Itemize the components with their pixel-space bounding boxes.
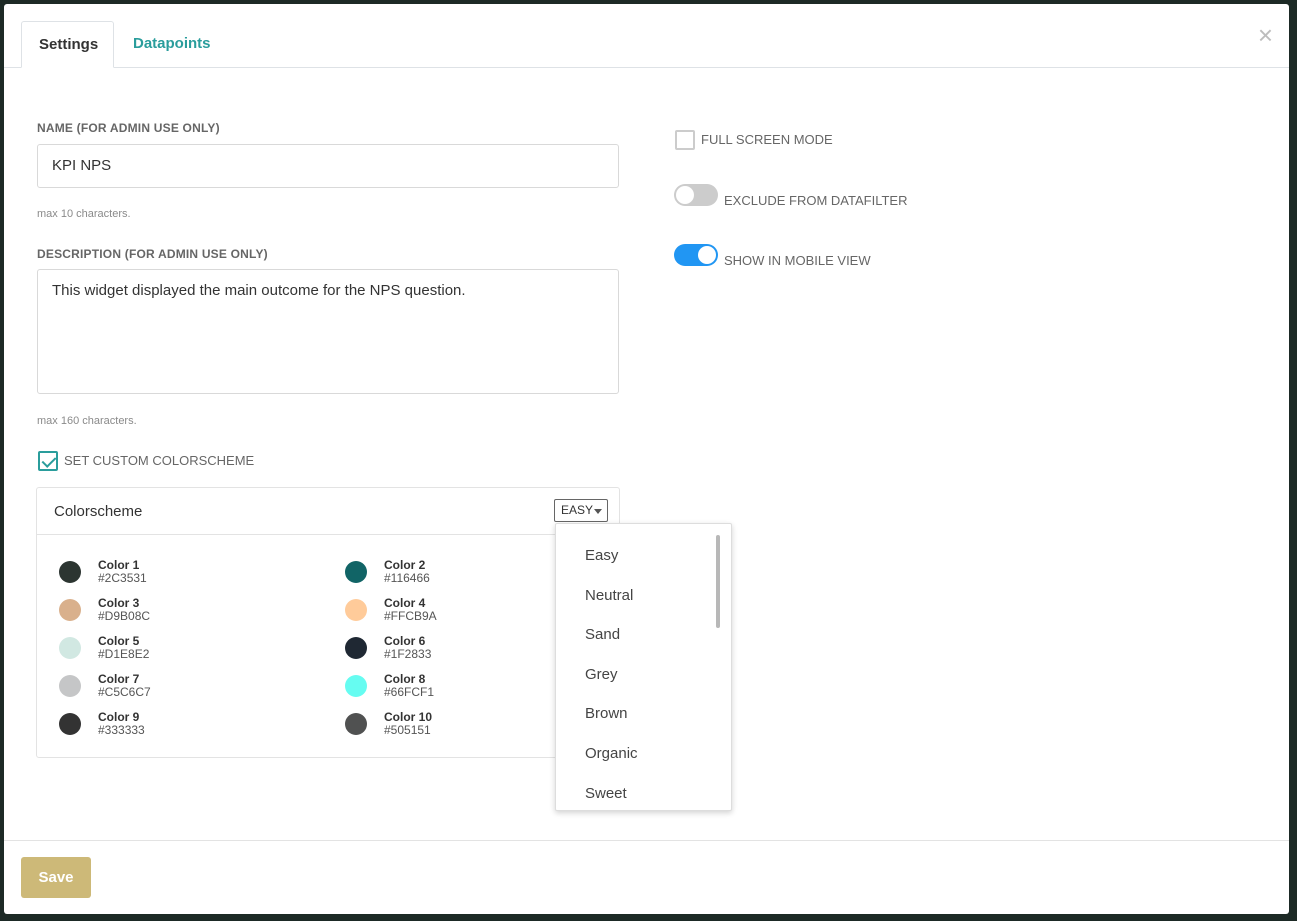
color-hex: #1F2833 — [384, 647, 432, 661]
full-screen-label: FULL SCREEN MODE — [701, 132, 833, 147]
dropdown-option-sand[interactable]: Sand — [585, 626, 620, 643]
colorscheme-header: Colorscheme EASY — [37, 488, 619, 535]
dropdown-option-organic[interactable]: Organic — [585, 745, 638, 762]
color-dot — [345, 675, 367, 697]
tab-bar: Settings Datapoints — [4, 4, 1289, 68]
color-name: Color 2 — [384, 558, 426, 572]
custom-colorscheme-checkbox[interactable] — [38, 451, 58, 471]
dropdown-scrollbar[interactable] — [716, 535, 720, 628]
color-name: Color 10 — [384, 710, 433, 724]
color-dot — [345, 561, 367, 583]
dropdown-option-neutral[interactable]: Neutral — [585, 587, 633, 604]
color-hex: #66FCF1 — [384, 685, 435, 699]
caret-down-icon — [594, 509, 602, 514]
full-screen-checkbox[interactable] — [675, 130, 695, 150]
footer-divider — [4, 840, 1289, 841]
name-input[interactable]: KPI NPS — [37, 144, 619, 188]
color-dot — [59, 561, 81, 583]
description-textarea[interactable]: This widget displayed the main outcome f… — [37, 269, 619, 394]
color-dot — [345, 713, 367, 735]
description-hint: max 160 characters. — [37, 415, 137, 427]
color-name: Color 7 — [98, 672, 140, 686]
mobile-view-label: SHOW IN MOBILE VIEW — [724, 253, 871, 268]
color-dot — [345, 637, 367, 659]
widget-settings-modal: Settings Datapoints × NAME (FOR ADMIN US… — [4, 4, 1289, 914]
close-icon[interactable]: × — [1258, 22, 1273, 48]
color-name: Color 3 — [98, 596, 140, 610]
color-hex: #FFCB9A — [384, 609, 437, 623]
color-dot — [59, 713, 81, 735]
custom-colorscheme-label: SET CUSTOM COLORSCHEME — [64, 453, 255, 468]
tab-datapoints[interactable]: Datapoints — [116, 21, 228, 67]
color-dot — [59, 599, 81, 621]
description-label: DESCRIPTION (FOR ADMIN USE ONLY) — [37, 247, 268, 261]
dropdown-option-easy[interactable]: Easy — [585, 547, 618, 564]
colorscheme-card: Colorscheme EASY Color 1 #2C3531 Color 2… — [36, 487, 620, 758]
name-label: NAME (FOR ADMIN USE ONLY) — [37, 121, 220, 135]
colorscheme-select[interactable]: EASY — [554, 499, 608, 522]
toggle-knob — [676, 186, 694, 204]
dropdown-option-brown[interactable]: Brown — [585, 705, 628, 722]
color-dot — [59, 637, 81, 659]
color-name: Color 6 — [384, 634, 426, 648]
color-hex: #C5C6C7 — [98, 685, 151, 699]
color-dot — [345, 599, 367, 621]
exclude-datafilter-toggle[interactable] — [674, 184, 718, 206]
mobile-view-toggle[interactable] — [674, 244, 718, 266]
color-name: Color 9 — [98, 710, 140, 724]
color-name: Color 4 — [384, 596, 426, 610]
color-name: Color 5 — [98, 634, 140, 648]
colorscheme-dropdown-menu: Easy Neutral Sand Grey Brown Organic Swe… — [555, 523, 732, 811]
save-button[interactable]: Save — [21, 857, 91, 898]
color-hex: #D9B08C — [98, 609, 151, 623]
colorscheme-selected-value: EASY — [561, 503, 594, 517]
color-hex: #505151 — [384, 723, 431, 737]
name-hint: max 10 characters. — [37, 208, 131, 220]
dropdown-option-sweet[interactable]: Sweet — [585, 785, 627, 802]
color-name: Color 1 — [98, 558, 140, 572]
colorscheme-title: Colorscheme — [54, 503, 143, 520]
color-dot — [59, 675, 81, 697]
exclude-datafilter-label: EXCLUDE FROM DATAFILTER — [724, 193, 908, 208]
color-hex: #333333 — [98, 723, 145, 737]
color-name: Color 8 — [384, 672, 426, 686]
tab-settings[interactable]: Settings — [21, 21, 114, 68]
color-hex: #D1E8E2 — [98, 647, 150, 661]
toggle-knob — [698, 246, 716, 264]
color-hex: #2C3531 — [98, 571, 147, 585]
color-hex: #116466 — [384, 571, 430, 585]
dropdown-option-grey[interactable]: Grey — [585, 666, 618, 683]
